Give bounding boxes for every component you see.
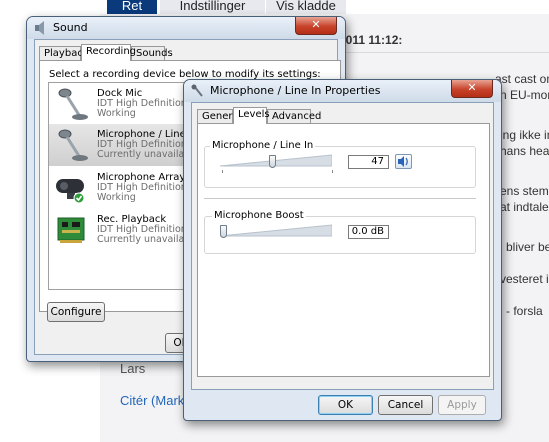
properties-client-area: General Levels Advanced Microphone / Lin… (191, 102, 494, 415)
post-text: hans head (500, 144, 549, 158)
tab-recording[interactable]: Recording (81, 44, 136, 61)
tab-playback[interactable]: Playback (39, 46, 89, 60)
mic-boost-track (220, 224, 332, 237)
properties-tab-strip: General Levels Advanced (197, 107, 487, 124)
sound-card-icon (57, 217, 85, 243)
microphone-icon (191, 84, 203, 97)
tab-vis-kladde[interactable]: Vis kladde (266, 0, 346, 14)
post-text: ast cast om (495, 72, 549, 86)
post-date: 2011 11:12: (339, 33, 403, 47)
speaker-icon (35, 21, 44, 35)
mic-level-label: Microphone / Line In (210, 140, 316, 151)
sound-tab-strip: Playback Recording Sounds (39, 44, 339, 61)
speaker-icon (398, 156, 408, 167)
post-text: n EU-mor (500, 88, 549, 102)
mute-toggle-button[interactable] (395, 154, 412, 169)
post-text: ens stemm (500, 184, 549, 198)
slider-tick (222, 170, 223, 173)
post-signature: Lars (120, 361, 146, 376)
properties-cancel-button[interactable]: Cancel (378, 395, 433, 415)
tab-levels[interactable]: Levels (233, 107, 270, 124)
properties-apply-button[interactable]: Apply (438, 395, 486, 415)
post-text: at indtale (500, 200, 549, 214)
mic-level-value[interactable]: 47 (348, 155, 389, 169)
microphone-icon (58, 129, 88, 161)
tab-ret[interactable]: Ret (107, 0, 157, 14)
configure-button[interactable]: Configure (47, 302, 105, 322)
post-text: l bliver bed (500, 240, 549, 254)
mic-boost-slider-thumb[interactable] (220, 225, 227, 238)
device-status: Working (97, 108, 136, 119)
separator (204, 198, 476, 199)
properties-close-button[interactable]: ✕ (451, 80, 493, 98)
properties-ok-button[interactable]: OK (318, 395, 373, 415)
mic-boost-value: 0.0 dB (348, 225, 389, 239)
sound-close-button[interactable]: ✕ (295, 17, 337, 35)
slider-tick (332, 170, 333, 173)
divider (338, 52, 549, 53)
post-text: ing ikke inve (500, 128, 549, 142)
levels-tab-panel: Microphone / Line In 47 Microphone Boost (197, 123, 490, 377)
webcam-icon (56, 179, 85, 204)
mic-level-slider-thumb[interactable] (269, 155, 277, 168)
tab-sounds[interactable]: Sounds (131, 46, 173, 60)
microphone-icon (58, 88, 88, 120)
post-text: vesteret i (500, 272, 549, 286)
device-status: Working (97, 192, 136, 203)
mic-boost-label: Microphone Boost (212, 210, 306, 221)
tab-indstillinger[interactable]: Indstillinger (160, 0, 265, 14)
properties-title: Microphone / Line In Properties (210, 84, 381, 97)
tab-advanced[interactable]: Advanced (267, 109, 321, 123)
post-text: i - forsla (500, 304, 543, 318)
tab-general[interactable]: General (197, 109, 241, 123)
quote-link[interactable]: Citér (Marke (120, 393, 192, 408)
sound-title: Sound (53, 21, 88, 34)
properties-dialog: Microphone / Line In Properties ✕ Genera… (183, 79, 502, 421)
